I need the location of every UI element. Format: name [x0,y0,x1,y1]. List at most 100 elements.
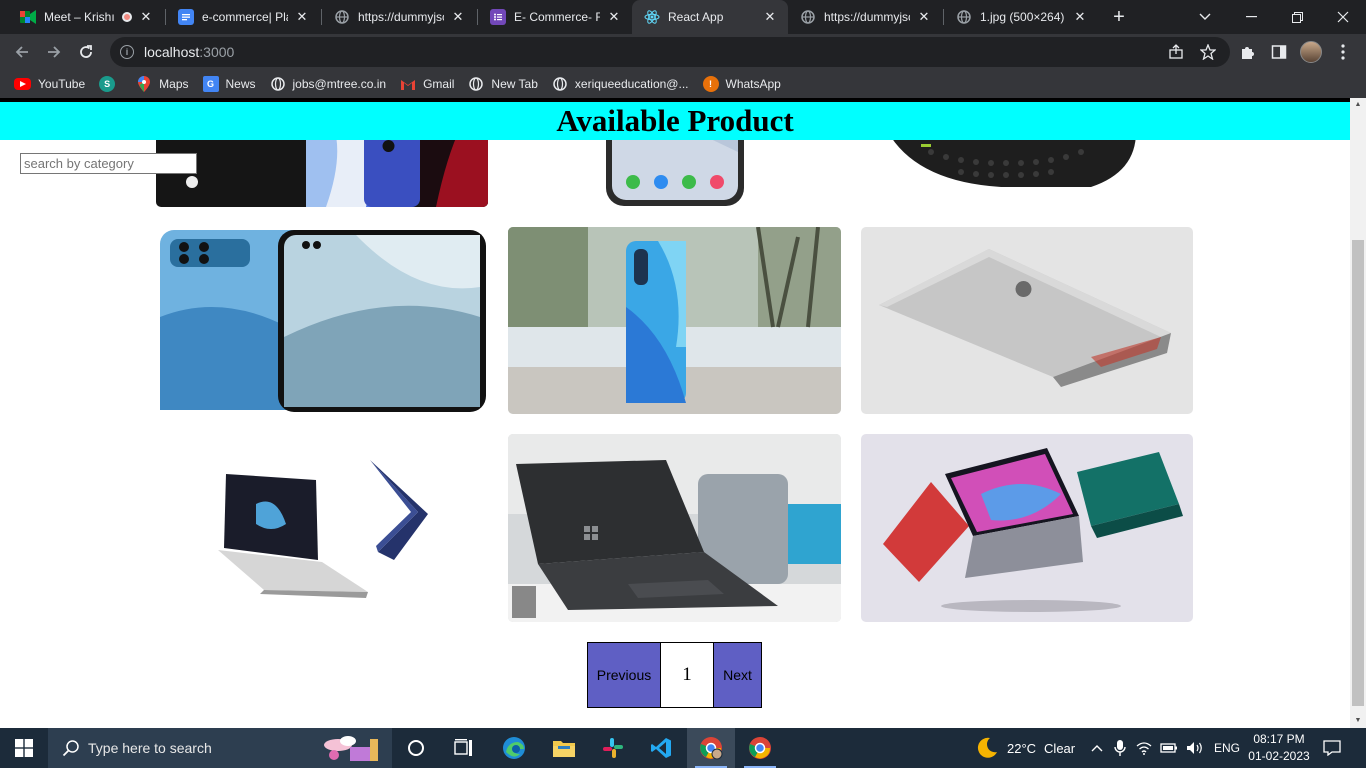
globe-icon [334,9,350,25]
tab-docs[interactable]: e-commerce| Plar ✕ [166,0,320,34]
minimize-button[interactable] [1228,0,1274,34]
forward-button[interactable] [40,38,68,66]
bookmark-star-icon[interactable] [1197,41,1219,63]
scrollbar-thumb[interactable] [1352,240,1364,706]
close-tab-icon[interactable]: ✕ [138,9,154,25]
bookmark-new-tab[interactable]: New Tab [468,76,538,92]
bookmark-jobs[interactable]: jobs@mtree.co.in [270,76,386,92]
scroll-down-arrow-icon[interactable]: ▼ [1350,714,1366,728]
profile-avatar[interactable] [1300,41,1322,63]
browser-menu-icon[interactable] [1332,41,1354,63]
page-title: Available Product [556,103,794,138]
news-icon: G [202,76,219,92]
task-view-button[interactable] [440,728,488,768]
tab-dummyjson-2[interactable]: https://dummyjsc ✕ [788,0,942,34]
tab-title: E- Commerce- Fr [514,10,600,24]
bookmark-news[interactable]: G News [202,76,256,92]
edge-icon [503,737,525,759]
close-tab-icon[interactable]: ✕ [762,9,778,25]
bookmark-extension[interactable]: S [99,76,122,92]
chrome-icon [749,737,771,759]
tab-dummyjson-1[interactable]: https://dummyjsc ✕ [322,0,476,34]
close-tab-icon[interactable]: ✕ [1072,9,1088,25]
close-tab-icon[interactable]: ✕ [606,9,622,25]
share-icon[interactable] [1165,41,1187,63]
vscode-app[interactable] [637,728,685,768]
close-icon [1337,11,1349,23]
weather-description: Clear [1044,740,1076,756]
close-tab-icon[interactable]: ✕ [916,9,932,25]
google-meet-icon [20,9,36,25]
bookmark-gmail[interactable]: Gmail [400,76,454,92]
globe-icon [552,76,568,92]
tab-search-button[interactable] [1182,0,1228,34]
chevron-up-icon[interactable] [1090,743,1104,753]
weather-widget[interactable]: 22°C Clear [975,728,1075,768]
address-bar[interactable]: i localhost:3000 [110,37,1230,67]
notifications-button[interactable] [1323,728,1341,768]
scroll-up-arrow-icon[interactable]: ▲ [1350,98,1366,112]
macbook-pro-image[interactable] [861,227,1193,414]
search-highlight-illustration-icon [324,736,378,761]
input-language[interactable]: ENG [1214,741,1240,755]
tab-meet[interactable]: Meet – Krishı ✕ [8,0,164,34]
globe-icon [270,76,286,92]
edge-app[interactable] [490,728,538,768]
warning-icon: ! [702,76,719,92]
wifi-icon[interactable] [1136,740,1152,756]
reload-button[interactable] [72,38,100,66]
url-port: :3000 [199,44,235,60]
cortana-button[interactable] [392,728,440,768]
system-clock[interactable]: 08:17 PM 01-02-2023 [1244,731,1314,765]
bookmark-label: YouTube [38,77,86,91]
bookmark-whatsapp[interactable]: ! WhatsApp [702,76,781,92]
page-header-banner: Available Product [0,102,1350,140]
side-panel-icon[interactable] [1268,41,1290,63]
extension-globe-icon: S [99,76,116,92]
back-button[interactable] [8,38,36,66]
page-scrollbar[interactable]: ▲ ▼ [1350,98,1366,728]
restore-button[interactable] [1274,0,1320,34]
chrome-app[interactable] [736,728,784,768]
tab-react-app[interactable]: React App ✕ [632,0,788,34]
bookmark-maps[interactable]: Maps [136,76,189,92]
start-button[interactable] [0,728,48,768]
page-viewport: Available Product search by category Pre… [0,98,1350,728]
info-icon[interactable]: i [120,45,134,59]
oppo-f19-image[interactable] [156,227,488,414]
bookmark-youtube[interactable]: YouTube [14,77,85,91]
bookmark-label: xeriqueeducation@... [574,77,689,91]
tab-title: 1.jpg (500×264) [980,10,1065,24]
close-tab-icon[interactable]: ✕ [294,9,310,25]
huawei-p30-image[interactable] [508,227,841,414]
close-window-button[interactable] [1320,0,1366,34]
category-search-input[interactable] [20,153,197,174]
samsung-galaxy-book-image[interactable] [156,434,488,622]
tab-forms[interactable]: E- Commerce- Fr ✕ [478,0,632,34]
arrow-right-icon [48,46,61,58]
bookmark-label: WhatsApp [725,77,781,91]
infinix-inbook-image[interactable] [861,434,1193,622]
slack-app[interactable] [589,728,637,768]
microphone-icon[interactable] [1114,739,1126,757]
chrome-profile-app[interactable] [687,728,735,768]
vscode-icon [651,738,671,758]
gmail-icon [400,76,416,92]
url-host: localhost [144,44,200,60]
search-icon [62,740,79,757]
google-docs-icon [178,9,194,25]
next-page-button[interactable]: Next [713,642,762,708]
file-explorer-app[interactable] [540,728,588,768]
close-tab-icon[interactable]: ✕ [450,9,466,25]
microsoft-surface-laptop-image[interactable] [508,434,841,622]
windows-logo-icon [15,739,33,757]
extensions-icon[interactable] [1236,41,1258,63]
previous-page-button[interactable]: Previous [587,642,661,708]
bookmark-xerique[interactable]: xeriqueeducation@... [552,76,689,92]
taskbar-search-box[interactable]: Type here to search [48,728,392,768]
new-tab-button[interactable]: + [1106,4,1132,30]
battery-icon[interactable] [1160,742,1178,754]
volume-icon[interactable] [1186,741,1204,755]
tab-image[interactable]: 1.jpg (500×264) ✕ [944,0,1098,34]
restore-icon [1291,11,1303,23]
